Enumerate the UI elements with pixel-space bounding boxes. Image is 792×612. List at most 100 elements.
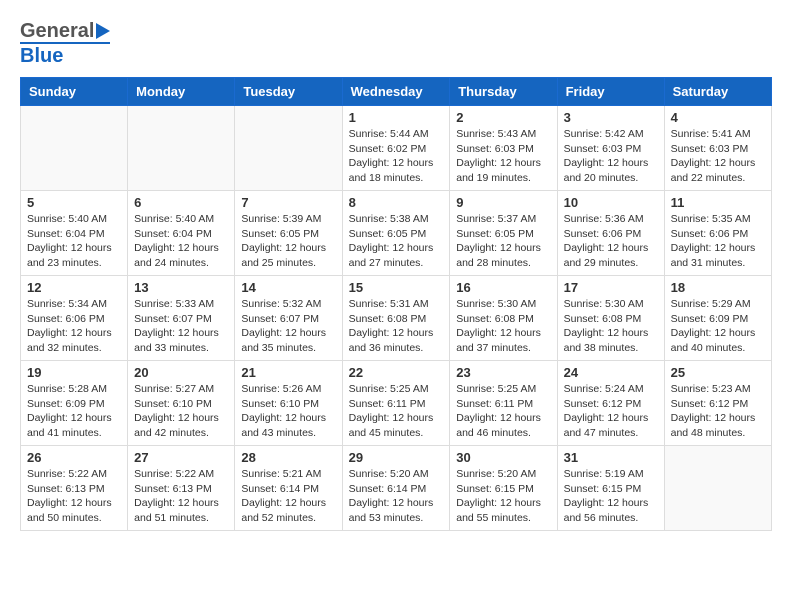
- cell-info: Sunrise: 5:41 AM Sunset: 6:03 PM Dayligh…: [671, 127, 765, 186]
- cell-info: Sunrise: 5:40 AM Sunset: 6:04 PM Dayligh…: [27, 212, 121, 271]
- calendar-cell: 15Sunrise: 5:31 AM Sunset: 6:08 PM Dayli…: [342, 276, 450, 361]
- day-number: 15: [349, 280, 444, 295]
- day-number: 30: [456, 450, 550, 465]
- cell-info: Sunrise: 5:26 AM Sunset: 6:10 PM Dayligh…: [241, 382, 335, 441]
- day-number: 21: [241, 365, 335, 380]
- day-header-tuesday: Tuesday: [235, 78, 342, 106]
- calendar-cell: 31 Sunrise: 5:19 AM Sunset: 6:15 PM Dayli…: [557, 446, 664, 531]
- logo: General Blue: [20, 20, 110, 67]
- week-row-3: 12 Sunrise: 5:34 AM Sunset: 6:06 PM Dayli…: [21, 276, 772, 361]
- cell-info: Sunrise: 5:22 AM Sunset: 6:13 PM Dayligh…: [27, 467, 121, 526]
- cell-info: Sunrise: 5:33 AM Sunset: 6:07 PM Dayligh…: [134, 297, 228, 356]
- calendar-cell: 13 Sunrise: 5:33 AM Sunset: 6:07 PM Dayli…: [128, 276, 235, 361]
- day-number: 27: [134, 450, 228, 465]
- cell-info: Sunrise: 5:30 AM Sunset: 6:08 PM Dayligh…: [564, 297, 658, 356]
- calendar-cell: 3 Sunrise: 5:42 AM Sunset: 6:03 PM Daylig…: [557, 106, 664, 191]
- cell-info: Sunrise: 5:34 AM Sunset: 6:06 PM Dayligh…: [27, 297, 121, 356]
- calendar-cell: 5 Sunrise: 5:40 AM Sunset: 6:04 PM Daylig…: [21, 191, 128, 276]
- calendar-cell: 27Sunrise: 5:22 AM Sunset: 6:13 PM Dayli…: [128, 446, 235, 531]
- day-number: 5: [27, 195, 121, 210]
- calendar-cell: 7 Sunrise: 5:39 AM Sunset: 6:05 PM Daylig…: [235, 191, 342, 276]
- day-header-thursday: Thursday: [450, 78, 557, 106]
- cell-info: Sunrise: 5:27 AM Sunset: 6:10 PM Dayligh…: [134, 382, 228, 441]
- calendar-cell: 10Sunrise: 5:36 AM Sunset: 6:06 PM Dayli…: [557, 191, 664, 276]
- day-number: 7: [241, 195, 335, 210]
- logo-arrow-icon: [96, 23, 110, 39]
- day-number: 3: [564, 110, 658, 125]
- cell-info: Sunrise: 5:19 AM Sunset: 6:15 PM Dayligh…: [564, 467, 658, 526]
- day-header-wednesday: Wednesday: [342, 78, 450, 106]
- calendar-cell: 28 Sunrise: 5:21 AM Sunset: 6:14 PM Dayli…: [235, 446, 342, 531]
- cell-info: Sunrise: 5:39 AM Sunset: 6:05 PM Dayligh…: [241, 212, 335, 271]
- calendar-cell: 8 Sunrise: 5:38 AM Sunset: 6:05 PM Daylig…: [342, 191, 450, 276]
- logo-general-text: General: [20, 20, 94, 42]
- calendar-cell: 12 Sunrise: 5:34 AM Sunset: 6:06 PM Dayli…: [21, 276, 128, 361]
- cell-info: Sunrise: 5:37 AM Sunset: 6:05 PM Dayligh…: [456, 212, 550, 271]
- week-row-5: 26 Sunrise: 5:22 AM Sunset: 6:13 PM Dayli…: [21, 446, 772, 531]
- day-header-sunday: Sunday: [21, 78, 128, 106]
- cell-info: Sunrise: 5:42 AM Sunset: 6:03 PM Dayligh…: [564, 127, 658, 186]
- cell-info: Sunrise: 5:30 AM Sunset: 6:08 PM Dayligh…: [456, 297, 550, 356]
- calendar-cell: 11 Sunrise: 5:35 AM Sunset: 6:06 PM Dayli…: [664, 191, 771, 276]
- calendar-cell: 20 Sunrise: 5:27 AM Sunset: 6:10 PM Dayli…: [128, 361, 235, 446]
- calendar-cell: [235, 106, 342, 191]
- day-number: 11: [671, 195, 765, 210]
- cell-info: Sunrise: 5:25 AM Sunset: 6:11 PM Dayligh…: [456, 382, 550, 441]
- calendar-cell: 14 Sunrise: 5:32 AM Sunset: 6:07 PM Dayli…: [235, 276, 342, 361]
- calendar-cell: 29 Sunrise: 5:20 AM Sunset: 6:14 PM Dayli…: [342, 446, 450, 531]
- week-row-1: 1Sunrise: 5:44 AM Sunset: 6:02 PM Daylig…: [21, 106, 772, 191]
- cell-info: Sunrise: 5:23 AM Sunset: 6:12 PM Dayligh…: [671, 382, 765, 441]
- day-number: 17: [564, 280, 658, 295]
- day-number: 6: [134, 195, 228, 210]
- day-number: 28: [241, 450, 335, 465]
- cell-info: Sunrise: 5:21 AM Sunset: 6:14 PM Dayligh…: [241, 467, 335, 526]
- cell-info: Sunrise: 5:29 AM Sunset: 6:09 PM Dayligh…: [671, 297, 765, 356]
- cell-info: Sunrise: 5:25 AM Sunset: 6:11 PM Dayligh…: [349, 382, 444, 441]
- cell-info: Sunrise: 5:35 AM Sunset: 6:06 PM Dayligh…: [671, 212, 765, 271]
- day-number: 24: [564, 365, 658, 380]
- logo-blue-text: Blue: [20, 45, 63, 67]
- calendar-cell: 19 Sunrise: 5:28 AM Sunset: 6:09 PM Dayli…: [21, 361, 128, 446]
- cell-info: Sunrise: 5:20 AM Sunset: 6:14 PM Dayligh…: [349, 467, 444, 526]
- week-row-2: 5 Sunrise: 5:40 AM Sunset: 6:04 PM Daylig…: [21, 191, 772, 276]
- day-number: 23: [456, 365, 550, 380]
- day-number: 20: [134, 365, 228, 380]
- day-number: 12: [27, 280, 121, 295]
- day-number: 14: [241, 280, 335, 295]
- calendar-cell: 6 Sunrise: 5:40 AM Sunset: 6:04 PM Daylig…: [128, 191, 235, 276]
- day-number: 9: [456, 195, 550, 210]
- calendar-cell: 22Sunrise: 5:25 AM Sunset: 6:11 PM Dayli…: [342, 361, 450, 446]
- day-number: 26: [27, 450, 121, 465]
- calendar-cell: 21 Sunrise: 5:26 AM Sunset: 6:10 PM Dayli…: [235, 361, 342, 446]
- page-header: General Blue: [20, 20, 772, 67]
- day-header-saturday: Saturday: [664, 78, 771, 106]
- day-number: 10: [564, 195, 658, 210]
- day-number: 31: [564, 450, 658, 465]
- calendar-cell: 9 Sunrise: 5:37 AM Sunset: 6:05 PM Daylig…: [450, 191, 557, 276]
- calendar-cell: 2Sunrise: 5:43 AM Sunset: 6:03 PM Daylig…: [450, 106, 557, 191]
- calendar-cell: 26 Sunrise: 5:22 AM Sunset: 6:13 PM Dayli…: [21, 446, 128, 531]
- day-number: 8: [349, 195, 444, 210]
- cell-info: Sunrise: 5:44 AM Sunset: 6:02 PM Dayligh…: [349, 127, 444, 186]
- day-number: 19: [27, 365, 121, 380]
- day-header-friday: Friday: [557, 78, 664, 106]
- day-number: 2: [456, 110, 550, 125]
- cell-info: Sunrise: 5:40 AM Sunset: 6:04 PM Dayligh…: [134, 212, 228, 271]
- day-header-monday: Monday: [128, 78, 235, 106]
- calendar-cell: [664, 446, 771, 531]
- day-number: 29: [349, 450, 444, 465]
- cell-info: Sunrise: 5:32 AM Sunset: 6:07 PM Dayligh…: [241, 297, 335, 356]
- calendar-cell: [21, 106, 128, 191]
- week-row-4: 19 Sunrise: 5:28 AM Sunset: 6:09 PM Dayli…: [21, 361, 772, 446]
- calendar-cell: 1Sunrise: 5:44 AM Sunset: 6:02 PM Daylig…: [342, 106, 450, 191]
- calendar-cell: 16Sunrise: 5:30 AM Sunset: 6:08 PM Dayli…: [450, 276, 557, 361]
- day-number: 4: [671, 110, 765, 125]
- calendar-cell: [128, 106, 235, 191]
- cell-info: Sunrise: 5:24 AM Sunset: 6:12 PM Dayligh…: [564, 382, 658, 441]
- calendar-cell: 17 Sunrise: 5:30 AM Sunset: 6:08 PM Dayli…: [557, 276, 664, 361]
- cell-info: Sunrise: 5:28 AM Sunset: 6:09 PM Dayligh…: [27, 382, 121, 441]
- cell-info: Sunrise: 5:38 AM Sunset: 6:05 PM Dayligh…: [349, 212, 444, 271]
- calendar-table: SundayMondayTuesdayWednesdayThursdayFrid…: [20, 77, 772, 531]
- day-number: 13: [134, 280, 228, 295]
- calendar-cell: 24 Sunrise: 5:24 AM Sunset: 6:12 PM Dayli…: [557, 361, 664, 446]
